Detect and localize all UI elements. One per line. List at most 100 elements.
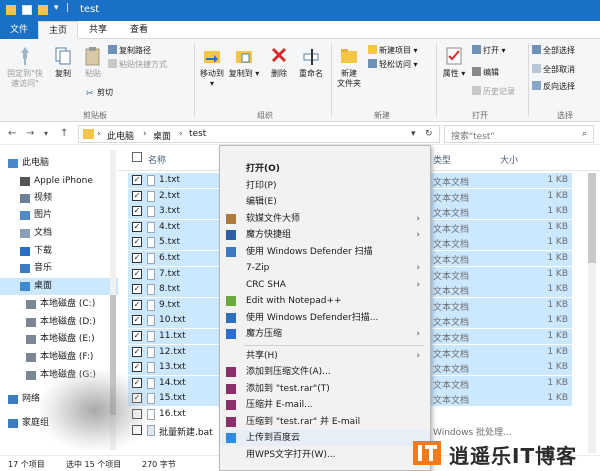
nav-item[interactable]: 本地磁盘 (D:) (0, 314, 118, 331)
breadcrumb-desktop[interactable]: 桌面 (153, 129, 171, 142)
menu-item[interactable]: 打印(P) (220, 178, 430, 194)
row-checkbox[interactable]: ✓ (132, 346, 142, 357)
new-folder-button[interactable]: 新建 文件夹 (334, 45, 364, 89)
new-item-icon (368, 45, 377, 54)
rename-button[interactable]: 重命名 (294, 45, 328, 79)
nav-item[interactable]: 文档 (0, 225, 118, 242)
network-icon (8, 395, 18, 404)
move-to-button[interactable]: 移动到 ▾ (197, 45, 227, 89)
properties-quick-icon[interactable] (22, 5, 32, 15)
menu-item[interactable]: 魔方快捷组 › (220, 227, 430, 243)
menu-item[interactable]: 压缩并 E-mail... (220, 397, 430, 413)
menu-item[interactable]: 软媒文件大师 › (220, 211, 430, 227)
row-checkbox[interactable]: ✓ (132, 175, 142, 185)
paste-shortcut-button[interactable]: 粘贴快捷方式 (108, 59, 167, 71)
up-arrow-icon[interactable]: ↑ (60, 128, 68, 139)
nav-item[interactable]: 图片 (0, 207, 118, 224)
delete-button[interactable]: 删除 (266, 45, 292, 79)
ruanmei-icon (226, 213, 236, 224)
nav-item[interactable]: 桌面 (0, 278, 118, 295)
row-checkbox[interactable]: ✓ (132, 206, 142, 217)
copy-to-button[interactable]: 复制到 ▾ (228, 45, 260, 79)
copy-path-button[interactable]: 复制路径 (108, 45, 151, 57)
breadcrumb-test[interactable]: test (189, 129, 206, 139)
menu-item[interactable]: 魔方压缩 › (220, 326, 430, 342)
menu-item[interactable]: CRC SHA › (220, 277, 430, 293)
quick-access-dropdown-icon[interactable]: ▾ (54, 3, 59, 13)
row-checkbox[interactable]: ✓ (132, 315, 142, 326)
menu-item[interactable]: 共享(H) › (220, 348, 430, 364)
nav-item[interactable]: 下载 (0, 243, 118, 260)
back-arrow-icon[interactable]: ← (8, 128, 16, 139)
menu-item[interactable]: 添加到 "test.rar"(T) (220, 381, 430, 397)
new-folder-quick-icon[interactable] (38, 5, 48, 15)
menu-item[interactable]: 使用 Windows Defender扫描... (220, 310, 430, 326)
tab-share[interactable]: 共享 (80, 21, 116, 39)
row-checkbox[interactable]: ✓ (132, 237, 142, 248)
cut-button[interactable]: ✂ 剪切 (86, 87, 113, 99)
menu-item[interactable]: 7-Zip › (220, 260, 430, 276)
new-item-button[interactable]: 新建项目 ▾ (368, 45, 418, 57)
menu-item[interactable]: 用WPS文字打开(W)... (220, 447, 430, 463)
history-icon (472, 86, 481, 95)
select-all-checkbox[interactable] (132, 152, 142, 162)
column-size[interactable]: 大小 (500, 153, 518, 166)
nav-item[interactable]: 本地磁盘 (C:) (0, 296, 118, 313)
file-size: 1 KB (547, 237, 568, 248)
menu-separator (244, 344, 424, 346)
select-none-button[interactable]: 全部取消 (532, 64, 575, 76)
menu-item-label: 添加到压缩文件(A)... (246, 367, 331, 377)
paste-button[interactable]: 粘贴 (78, 45, 108, 79)
nav-item[interactable]: 此电脑 (0, 155, 118, 172)
row-checkbox[interactable]: ✓ (132, 253, 142, 263)
copy-path-icon (108, 45, 117, 54)
menu-item[interactable]: 添加到压缩文件(A)... (220, 364, 430, 380)
file-name: 批量新建.bat (159, 427, 213, 438)
properties-button[interactable]: 属性 ▾ (439, 45, 469, 79)
nav-item[interactable]: 本地磁盘 (F:) (0, 349, 118, 366)
file-list-scrollbar-thumb[interactable] (588, 173, 596, 263)
menu-item[interactable]: 使用 Windows Defender 扫描 (220, 244, 430, 260)
tab-view[interactable]: 查看 (120, 21, 158, 39)
menu-item[interactable]: Edit with Notepad++ (220, 293, 430, 309)
pin-quick-access-button[interactable]: 固定到"快 速访问" (3, 45, 47, 89)
menu-item[interactable]: 编辑(E) (220, 194, 430, 210)
address-input[interactable]: › 此电脑 › 桌面 › test ▾ ↻ (78, 125, 440, 143)
invert-selection-button[interactable]: 反向选择 (532, 81, 575, 93)
refresh-icon[interactable]: ↻ (425, 129, 433, 139)
nav-item[interactable]: 视频 (0, 190, 118, 207)
select-none-label: 全部取消 (543, 65, 575, 74)
recent-dropdown-icon[interactable]: ▾ (44, 129, 48, 138)
search-input[interactable]: 搜索"test" ⌕ (444, 125, 594, 143)
breadcrumb-this-pc[interactable]: 此电脑 (107, 129, 134, 142)
nav-item[interactable]: 本地磁盘 (E:) (0, 331, 118, 348)
menu-item[interactable]: 上传到百度云 (220, 430, 430, 446)
cut-label: 剪切 (97, 88, 113, 97)
row-checkbox[interactable]: ✓ (132, 221, 142, 232)
menu-item[interactable]: 压缩到 "test.rar" 并 E-mail (220, 414, 430, 430)
tab-file[interactable]: 文件 (0, 21, 38, 39)
row-checkbox[interactable]: ✓ (132, 268, 142, 279)
row-checkbox[interactable]: ✓ (132, 284, 142, 295)
select-all-button[interactable]: 全部选择 (532, 45, 575, 57)
copy-button[interactable]: 复制 (48, 45, 78, 79)
defender-shield-icon (226, 312, 236, 323)
menu-item[interactable]: 打开(O) (220, 161, 430, 177)
column-name[interactable]: 名称 (148, 153, 166, 166)
row-checkbox[interactable]: ✓ (132, 331, 142, 341)
easy-access-button[interactable]: 轻松访问 ▾ (368, 59, 418, 71)
nav-item[interactable]: Apple iPhone (0, 173, 118, 190)
nav-item[interactable]: 音乐 (0, 260, 118, 277)
row-checkbox[interactable]: ✓ (132, 190, 142, 201)
tab-home[interactable]: 主页 (38, 21, 78, 39)
open-button[interactable]: 打开 ▾ (472, 45, 506, 57)
submenu-arrow-icon: › (416, 279, 420, 290)
column-type[interactable]: 类型 (433, 153, 451, 166)
row-checkbox[interactable]: ✓ (132, 299, 142, 310)
edit-button[interactable]: 编辑 (472, 67, 499, 79)
forward-arrow-icon[interactable]: → (26, 128, 34, 139)
search-icon[interactable]: ⌕ (582, 129, 587, 139)
organize-group-label: 组织 (257, 111, 273, 120)
history-button[interactable]: 历史记录 (472, 86, 515, 98)
address-dropdown-icon[interactable]: ▾ (411, 129, 416, 139)
